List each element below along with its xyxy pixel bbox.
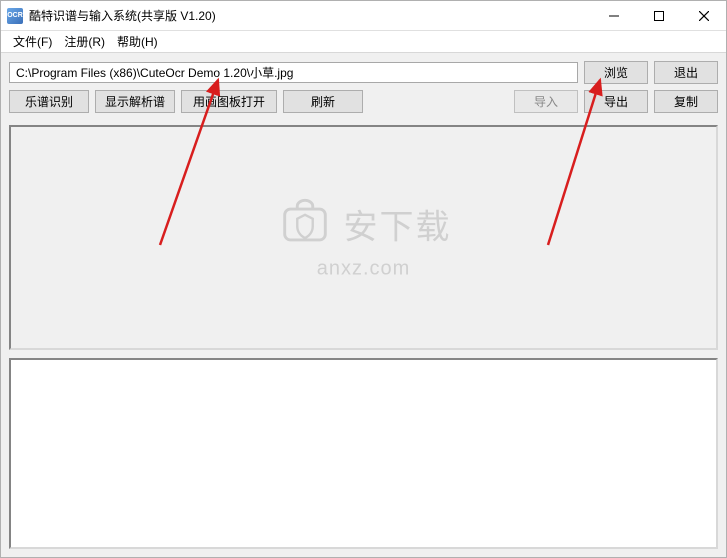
window-controls <box>591 1 726 30</box>
app-window: OCR 酷特识谱与输入系统(共享版 V1.20) 文件(F) 注册(R) 帮助(… <box>0 0 727 558</box>
menu-register[interactable]: 注册(R) <box>60 33 109 50</box>
watermark: 安下载 anxz.com <box>276 195 452 280</box>
app-icon: OCR <box>7 8 23 24</box>
watermark-url: anxz.com <box>317 257 411 280</box>
recognize-button[interactable]: 乐谱识别 <box>9 90 89 113</box>
close-button[interactable] <box>681 1 726 30</box>
image-preview-pane: 安下载 anxz.com <box>9 125 718 350</box>
export-button[interactable]: 导出 <box>584 90 648 113</box>
shield-icon <box>276 195 334 253</box>
toolbar-area: 浏览 退出 乐谱识别 显示解析谱 用画图板打开 刷新 导入 导出 复制 <box>1 53 726 125</box>
titlebar: OCR 酷特识谱与输入系统(共享版 V1.20) <box>1 1 726 31</box>
browse-button[interactable]: 浏览 <box>584 61 648 84</box>
minimize-button[interactable] <box>591 1 636 30</box>
menubar: 文件(F) 注册(R) 帮助(H) <box>1 31 726 53</box>
import-button[interactable]: 导入 <box>514 90 578 113</box>
file-path-input[interactable] <box>9 62 578 83</box>
open-paint-button[interactable]: 用画图板打开 <box>181 90 277 113</box>
output-text-pane[interactable] <box>9 358 718 549</box>
refresh-button[interactable]: 刷新 <box>283 90 363 113</box>
menu-help[interactable]: 帮助(H) <box>113 33 162 50</box>
exit-button[interactable]: 退出 <box>654 61 718 84</box>
copy-button[interactable]: 复制 <box>654 90 718 113</box>
window-title: 酷特识谱与输入系统(共享版 V1.20) <box>29 7 216 24</box>
menu-file[interactable]: 文件(F) <box>9 33 56 50</box>
maximize-button[interactable] <box>636 1 681 30</box>
watermark-text: 安下载 <box>344 200 452 249</box>
show-parse-button[interactable]: 显示解析谱 <box>95 90 175 113</box>
